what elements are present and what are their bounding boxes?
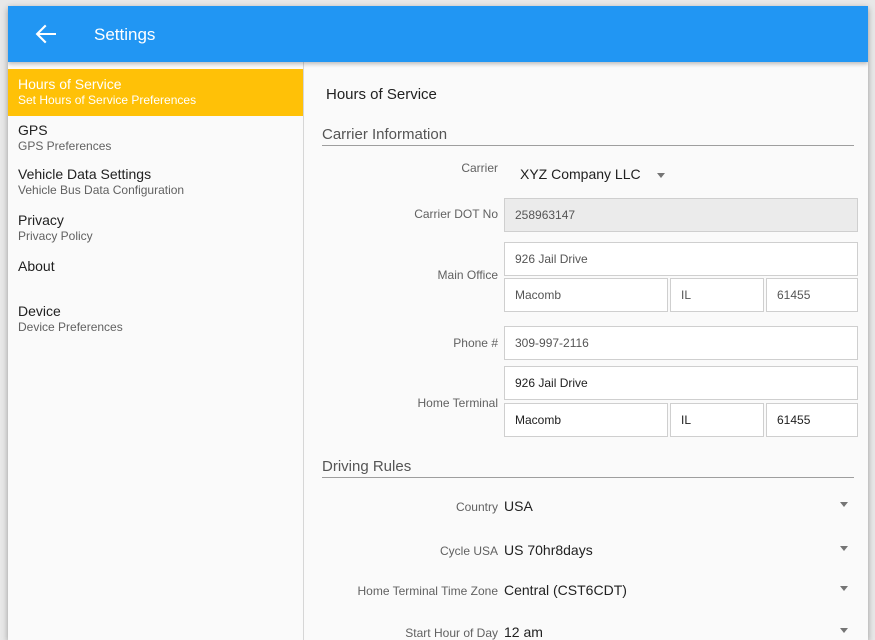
chevron-down-icon	[840, 586, 848, 591]
sidebar-item-subtitle: GPS Preferences	[18, 139, 112, 153]
home-terminal-street-field[interactable]: 926 Jail Drive	[504, 366, 858, 400]
home-terminal-zip-field[interactable]: 61455	[766, 403, 858, 437]
sidebar-item-subtitle: Privacy Policy	[18, 229, 93, 243]
sidebar-item-privacy[interactable]: Privacy Privacy Policy	[8, 212, 303, 252]
carrier-value: XYZ Company LLC	[520, 166, 641, 182]
start-hour-label: Start Hour of Day	[405, 626, 498, 640]
main-office-street-field[interactable]: 926 Jail Drive	[504, 242, 858, 276]
carrier-dot-label: Carrier DOT No	[414, 207, 498, 221]
app-bar: Settings	[8, 6, 868, 62]
sidebar-item-title: Device	[18, 303, 61, 319]
timezone-value: Central (CST6CDT)	[504, 582, 627, 598]
section-header-driving-rules: Driving Rules	[322, 458, 854, 478]
chevron-down-icon	[840, 628, 848, 633]
sidebar-item-title: Hours of Service	[18, 76, 122, 92]
chevron-down-icon	[840, 502, 848, 507]
chevron-down-icon	[840, 546, 848, 551]
arrow-left-icon	[35, 24, 56, 44]
sidebar-item-subtitle: Vehicle Bus Data Configuration	[18, 183, 185, 197]
sidebar-item-device[interactable]: Device Device Preferences	[8, 303, 303, 343]
start-hour-value: 12 am	[504, 624, 543, 640]
settings-content: Hours of Service Carrier Information Car…	[304, 62, 868, 640]
home-terminal-state-field[interactable]: IL	[670, 403, 764, 437]
main-office-city-field[interactable]: Macomb	[504, 278, 668, 312]
back-button[interactable]	[30, 18, 62, 50]
sidebar-item-hours-of-service[interactable]: Hours of Service Set Hours of Service Pr…	[8, 69, 303, 116]
settings-window: Settings Hours of Service Set Hours of S…	[8, 6, 868, 640]
sidebar-item-title: Privacy	[18, 212, 64, 228]
page-title: Hours of Service	[326, 86, 437, 103]
main-office-state-field[interactable]: IL	[670, 278, 764, 312]
settings-sidebar: Hours of Service Set Hours of Service Pr…	[8, 62, 304, 640]
sidebar-item-vehicle-data-settings[interactable]: Vehicle Data Settings Vehicle Bus Data C…	[8, 166, 303, 206]
home-terminal-label: Home Terminal	[417, 396, 498, 410]
chevron-down-icon	[656, 172, 665, 178]
carrier-dot-field: 258963147	[504, 198, 858, 232]
main-office-zip-field[interactable]: 61455	[766, 278, 858, 312]
section-header-carrier-information: Carrier Information	[322, 126, 854, 146]
phone-field[interactable]: 309-997-2116	[504, 326, 858, 360]
app-bar-title: Settings	[94, 25, 156, 44]
main-office-label: Main Office	[437, 268, 498, 282]
sidebar-item-gps[interactable]: GPS GPS Preferences	[8, 122, 303, 162]
country-value: USA	[504, 498, 533, 514]
timezone-dropdown[interactable]: Central (CST6CDT)	[504, 580, 858, 602]
start-hour-dropdown[interactable]: 12 am	[504, 622, 858, 640]
phone-label: Phone #	[453, 336, 498, 350]
country-dropdown[interactable]: USA	[504, 496, 858, 518]
timezone-label: Home Terminal Time Zone	[357, 584, 499, 598]
cycle-label: Cycle USA	[439, 544, 498, 558]
sidebar-item-title: About	[18, 258, 55, 274]
cycle-dropdown[interactable]: US 70hr8days	[504, 540, 858, 562]
carrier-label: Carrier	[461, 161, 498, 175]
sidebar-item-title: GPS	[18, 122, 48, 138]
sidebar-item-subtitle: Set Hours of Service Preferences	[18, 93, 197, 107]
sidebar-item-subtitle: Device Preferences	[18, 320, 123, 334]
country-label: Country	[455, 500, 498, 514]
sidebar-item-title: Vehicle Data Settings	[18, 166, 152, 182]
cycle-value: US 70hr8days	[504, 542, 593, 558]
carrier-dropdown[interactable]: XYZ Company LLC	[520, 166, 665, 182]
sidebar-item-about[interactable]: About	[8, 258, 303, 282]
home-terminal-city-field[interactable]: Macomb	[504, 403, 668, 437]
